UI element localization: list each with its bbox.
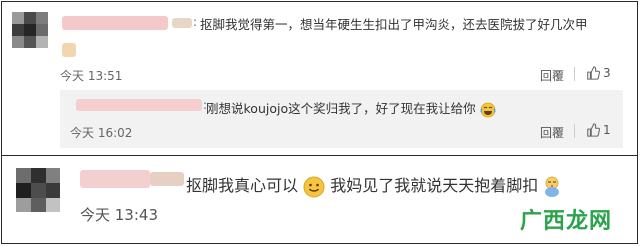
reply-time: 今天 16:02 <box>70 126 133 140</box>
smile-emoji-icon <box>303 176 325 197</box>
reply-button[interactable]: 回覆 <box>540 67 564 84</box>
reply-username-blurred[interactable] <box>76 99 202 111</box>
watermark-text: 广西龙网 <box>520 209 613 234</box>
like-count: 3 <box>603 66 611 80</box>
thumb-up-icon <box>587 123 600 137</box>
username-blurred-extra <box>172 18 192 28</box>
username-badge <box>62 43 76 57</box>
laugh-cry-emoji-icon <box>480 102 496 117</box>
comment-text: 抠脚我真心可以 我妈见了我就说天天抱着脚扣 <box>186 172 561 198</box>
section-divider <box>1 155 638 156</box>
like-button[interactable]: 1 <box>586 123 611 137</box>
baby-emoji-icon <box>545 176 560 197</box>
avatar[interactable] <box>12 12 48 48</box>
username-blurred-extra <box>150 172 184 186</box>
username-blurred[interactable] <box>80 170 150 188</box>
like-button[interactable]: 3 <box>586 66 611 80</box>
action-divider <box>574 124 575 138</box>
reply-button[interactable]: 回覆 <box>540 124 564 141</box>
avatar[interactable] <box>16 168 60 212</box>
action-divider <box>574 67 575 81</box>
comment-text: 抠脚我觉得第一，想当年硬生生扣出了甲沟炎，还去医院拔了好几次甲 <box>200 17 588 32</box>
comment-time: 今天 13:43 <box>80 206 158 224</box>
username-blurred[interactable] <box>62 16 168 30</box>
like-count: 1 <box>603 123 611 137</box>
name-separator: : <box>193 15 198 29</box>
watermark: 广西龙网 <box>520 202 624 236</box>
thumb-up-icon <box>587 66 600 80</box>
reply-text: 刚想说koujojo这个奖归我了，好了现在我让给你 <box>206 98 496 118</box>
comment-time: 今天 13:51 <box>60 69 123 83</box>
